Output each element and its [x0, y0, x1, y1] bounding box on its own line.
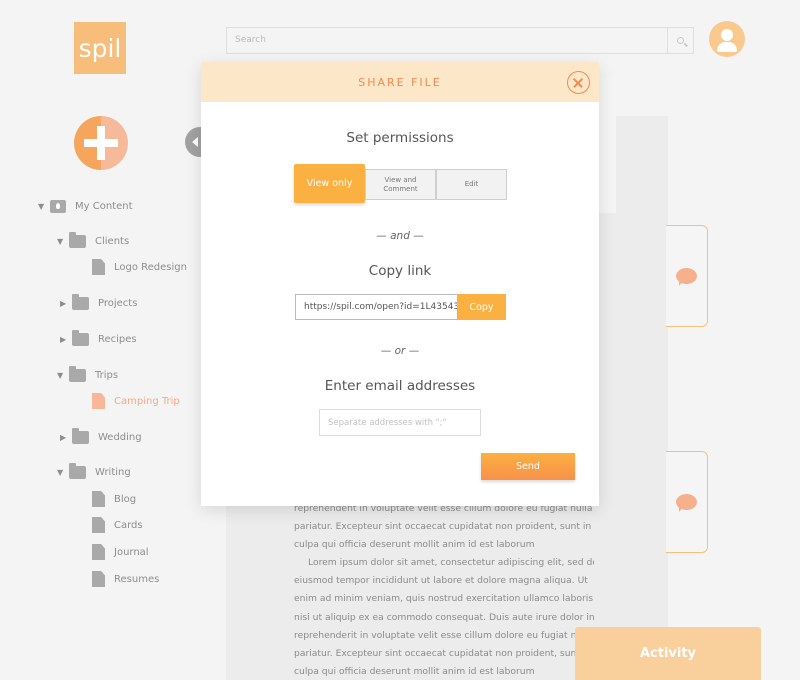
modal-header: SHARE FILE	[201, 62, 599, 102]
chevron-down-icon[interactable]: ▼	[57, 237, 69, 246]
send-button[interactable]: Send	[481, 453, 575, 480]
search-button[interactable]	[667, 28, 693, 53]
user-icon	[721, 29, 733, 41]
comment-icon	[676, 268, 697, 286]
copy-link-button[interactable]: Copy	[457, 294, 506, 320]
comment-card[interactable]	[666, 451, 708, 553]
drive-icon	[50, 200, 66, 213]
text-line: nisi ut aliquip ex ea commodo consequat.…	[294, 611, 594, 623]
chevron-down-icon[interactable]: ▼	[57, 468, 69, 477]
app-logo[interactable]: spil	[74, 22, 126, 74]
tree-item-blog[interactable]: Blog	[92, 491, 136, 507]
folder-icon	[69, 366, 86, 382]
permission-label: View only	[306, 178, 353, 189]
tree-item-journal[interactable]: Journal	[92, 544, 149, 560]
activity-label: Activity	[639, 646, 697, 661]
tree-item-label: Logo Redesign	[114, 261, 187, 273]
text-line: Lorem ipsum dolor sit amet, consectetur …	[308, 557, 594, 569]
search-icon	[677, 37, 684, 44]
tree-item-my-content[interactable]: ▼ My Content	[38, 200, 133, 213]
file-icon	[92, 259, 105, 275]
new-item-button[interactable]	[74, 116, 128, 170]
tree-item-label: Resumes	[114, 573, 160, 585]
folder-icon	[72, 428, 89, 444]
user-icon-body	[717, 42, 737, 52]
file-icon	[92, 393, 105, 409]
email-input[interactable]: Separate addresses with ";"	[319, 409, 481, 436]
tree-item-logo-redesign[interactable]: Logo Redesign	[92, 259, 187, 275]
share-link-field[interactable]: https://spil.com/open?id=1L43543	[295, 294, 458, 320]
tree-item-label: Cards	[114, 519, 143, 531]
send-label: Send	[516, 461, 540, 472]
tree-item-label: My Content	[75, 201, 133, 212]
tree-item-resumes[interactable]: Resumes	[92, 571, 159, 587]
tree-item-label: Blog	[114, 493, 137, 505]
or-separator: — or —	[380, 345, 420, 357]
user-avatar[interactable]	[709, 21, 745, 57]
text-line: pariatur. Excepteur sint occaecat cupida…	[294, 647, 586, 659]
document-text: reprehendent in voluptate velit esse cil…	[294, 500, 594, 680]
search-input[interactable]: Search	[235, 35, 266, 45]
activity-tab[interactable]: Activity	[575, 627, 761, 680]
folder-icon	[72, 294, 89, 310]
file-icon	[92, 571, 105, 587]
share-file-modal: SHARE FILE Set permissions View only Vie…	[201, 62, 599, 506]
permission-edit-button[interactable]: Edit	[436, 169, 507, 200]
permission-view-only-button[interactable]: View only	[294, 164, 365, 203]
file-icon	[92, 517, 105, 533]
text-line: reprehenderit in voluptate velit esse ci…	[294, 629, 585, 641]
tree-item-label: Projects	[98, 298, 138, 309]
text-line: culpa qui officia deserunt mollit anim i…	[294, 665, 535, 677]
permission-label: Edit	[464, 180, 479, 188]
chevron-down-icon[interactable]: ▼	[38, 202, 50, 211]
logo-text: spil	[78, 33, 122, 63]
text-line: eiusmod tempor incididunt ut labore et d…	[294, 575, 588, 587]
file-icon	[92, 491, 105, 507]
sidebar: spil ▼ My Content ▼ Clients Logo Redesig…	[0, 0, 200, 680]
comment-card[interactable]	[666, 225, 708, 327]
tree-item-label: Writing	[95, 467, 131, 478]
email-heading: Enter email addresses	[324, 378, 476, 394]
and-separator: — and —	[376, 230, 424, 242]
chevron-down-icon[interactable]: ▼	[57, 371, 69, 380]
tree-item-wedding[interactable]: ▶ Wedding	[60, 428, 142, 444]
tree-item-cards[interactable]: Cards	[92, 517, 143, 533]
chevron-right-icon[interactable]: ▶	[60, 299, 72, 308]
permission-view-and-comment-button[interactable]: View and Comment	[365, 169, 436, 200]
folder-icon	[69, 463, 86, 479]
chevron-right-icon[interactable]: ▶	[60, 335, 72, 344]
tree-item-label: Journal	[114, 546, 149, 558]
plus-icon-vertical	[97, 126, 105, 160]
tree-item-label: Wedding	[98, 432, 142, 443]
comment-icon	[676, 494, 697, 512]
copy-label: Copy	[469, 301, 494, 313]
tree-item-clients[interactable]: ▼ Clients	[57, 232, 130, 248]
tree-item-projects[interactable]: ▶ Projects	[60, 294, 138, 310]
text-line: pariatur. Excepteur sint occaecat cupida…	[294, 521, 592, 533]
permissions-heading: Set permissions	[346, 130, 454, 146]
close-icon[interactable]	[567, 71, 590, 94]
tree-item-label: Recipes	[98, 334, 137, 345]
tree-item-label: Clients	[95, 236, 130, 247]
tree-item-label: Camping Trip	[114, 395, 180, 407]
search-bar[interactable]: Search	[226, 27, 694, 54]
text-line: enim ad minim veniam, quis nostrud exerc…	[294, 593, 594, 605]
modal-title: SHARE FILE	[358, 76, 442, 89]
permission-label: Comment	[383, 184, 418, 193]
chevron-right-icon[interactable]: ▶	[60, 433, 72, 442]
copy-link-heading: Copy link	[368, 263, 432, 279]
tree-item-trips[interactable]: ▼ Trips	[57, 366, 119, 382]
file-icon	[92, 544, 105, 560]
tree-item-camping-trip[interactable]: Camping Trip	[92, 393, 180, 409]
tree-item-writing[interactable]: ▼ Writing	[57, 463, 131, 479]
folder-icon	[72, 330, 89, 346]
tree-item-recipes[interactable]: ▶ Recipes	[60, 330, 137, 346]
folder-icon	[69, 232, 86, 248]
permission-label: View and	[384, 175, 417, 184]
text-line: culpa qui officia deserunt mollit anim i…	[294, 539, 535, 551]
tree-item-label: Trips	[95, 370, 119, 381]
